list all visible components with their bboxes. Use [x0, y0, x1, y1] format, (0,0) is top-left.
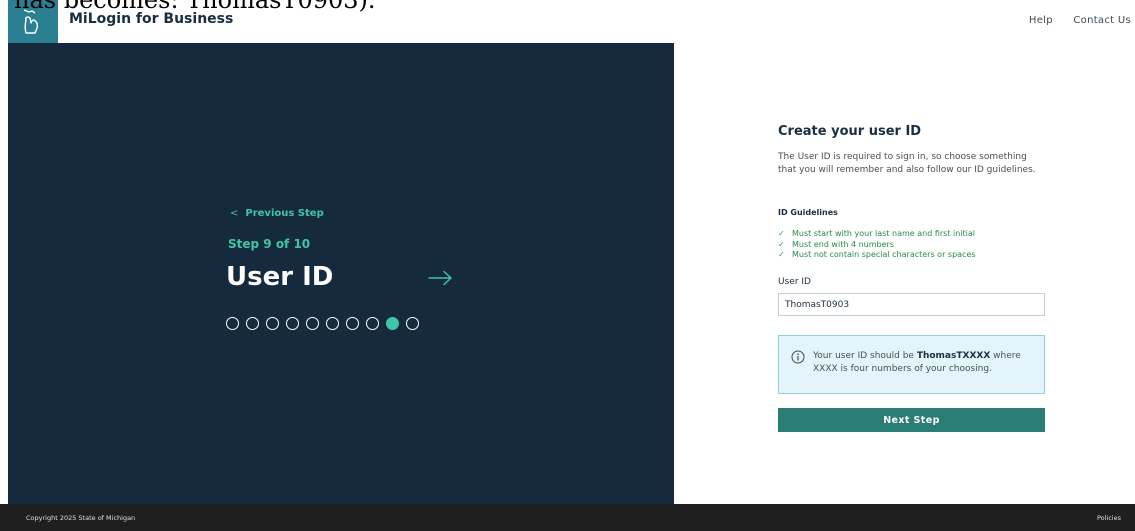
info-icon — [791, 350, 805, 364]
previous-step-label: Previous Step — [245, 208, 324, 219]
help-link[interactable]: Help — [1029, 15, 1053, 26]
copyright-text: Copyright 2025 State of Michigan — [26, 514, 136, 522]
user-id-label: User ID — [778, 277, 811, 287]
step-dot-8 — [366, 317, 379, 330]
form-panel: Create your user ID The User ID is requi… — [674, 43, 1135, 504]
guideline-item: ✓ Must not contain special characters or … — [778, 250, 976, 259]
step-dot-9 — [386, 317, 399, 330]
step-title: User ID — [226, 262, 334, 292]
check-icon: ✓ — [778, 239, 785, 249]
previous-step-link[interactable]: < Previous Step — [230, 208, 324, 219]
step-dot-4 — [286, 317, 299, 330]
check-icon: ✓ — [778, 250, 785, 259]
step-progress-dots — [226, 317, 419, 330]
next-step-button[interactable]: Next Step — [778, 408, 1045, 432]
footer: Copyright 2025 State of Michigan Policie… — [0, 504, 1135, 531]
step-dot-2 — [246, 317, 259, 330]
form-description: The User ID is required to sign in, so c… — [778, 152, 1036, 175]
check-icon: ✓ — [778, 229, 785, 238]
step-dot-1 — [226, 317, 239, 330]
policies-link[interactable]: Policies — [1097, 514, 1121, 522]
form-title: Create your user ID — [778, 124, 922, 139]
step-dot-10 — [406, 317, 419, 330]
info-box: Your user ID should be ThomasTXXXX where… — [778, 335, 1045, 394]
step-panel: < Previous Step Step 9 of 10 User ID — [8, 43, 674, 504]
guideline-item: ✓ Must end with 4 numbers — [778, 239, 894, 249]
guidelines-list: ✓ Must start with your last name and firs… — [778, 229, 976, 261]
step-dot-6 — [326, 317, 339, 330]
arrow-right-icon — [428, 270, 452, 286]
info-text: Your user ID should be ThomasTXXXX where… — [813, 351, 1021, 374]
header-nav: Help Contact Us — [1012, 15, 1131, 26]
contact-us-link[interactable]: Contact Us — [1073, 15, 1131, 26]
user-id-format: ThomasTXXXX — [916, 351, 991, 361]
step-counter: Step 9 of 10 — [228, 237, 311, 251]
guidelines-heading: ID Guidelines — [778, 208, 838, 217]
overlay-caption-text: has becomes: ThomasT0903). — [14, 0, 376, 14]
guideline-item: ✓ Must start with your last name and firs… — [778, 229, 976, 238]
chevron-left-icon: < — [230, 208, 239, 219]
user-id-input[interactable] — [778, 293, 1045, 316]
step-dot-5 — [306, 317, 319, 330]
step-dot-3 — [266, 317, 279, 330]
step-dot-7 — [346, 317, 359, 330]
